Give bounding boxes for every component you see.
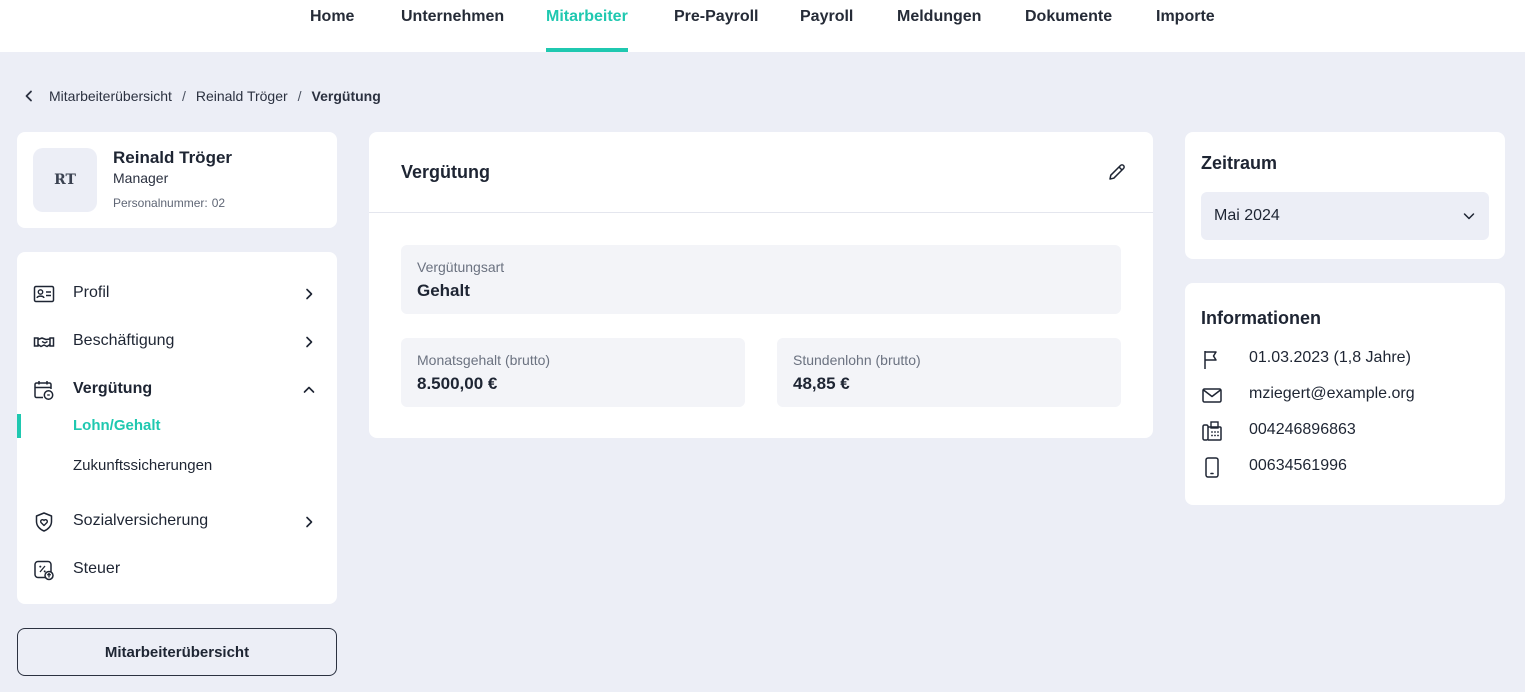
card-title: Vergütung	[401, 162, 490, 182]
info-row-text: 00634561996	[1249, 457, 1347, 474]
breadcrumb: Mitarbeiterübersicht / Reinald Tröger / …	[22, 86, 381, 106]
info-row-text: 004246896863	[1249, 421, 1356, 438]
personnel-number-label: Personalnummer:	[113, 196, 208, 210]
handshake-icon	[33, 331, 55, 353]
mobile-icon	[1201, 456, 1223, 478]
sidebar-item-label: Steuer	[73, 560, 121, 577]
sidebar-item-label: Beschäftigung	[73, 332, 175, 349]
nav-tab-unternehmen[interactable]: Unternehmen	[401, 0, 504, 52]
card-title: Zeitraum	[1201, 153, 1278, 173]
calendar-money-icon	[33, 379, 55, 401]
sidebar-subitem-label: Zukunftssicherungen	[73, 457, 213, 474]
chevron-right-icon	[301, 334, 317, 350]
nav-tab-payroll[interactable]: Payroll	[800, 0, 853, 52]
nav-tab-pre-payroll[interactable]: Pre-Payroll	[674, 0, 758, 52]
id-card-icon	[33, 283, 55, 305]
sidebar-subitem-lohn-gehalt[interactable]: Lohn/Gehalt	[17, 412, 337, 440]
chevron-down-icon	[1461, 208, 1477, 224]
phone-icon	[1201, 420, 1223, 442]
avatar: RT	[33, 148, 97, 212]
breadcrumb-link-employee[interactable]: Reinald Tröger	[196, 88, 288, 104]
employee-profile-card: RT Reinald Tröger Manager Personalnummer…	[17, 132, 337, 228]
breadcrumb-separator: /	[181, 88, 186, 104]
compensation-type-field: Vergütungsart Gehalt	[401, 245, 1121, 314]
chevron-right-icon	[301, 286, 317, 302]
chevron-up-icon	[301, 382, 317, 398]
sidebar-item-sozialversicherung[interactable]: Sozialversicherung	[17, 501, 337, 541]
breadcrumb-link-overview[interactable]: Mitarbeiterübersicht	[49, 88, 172, 104]
nav-tab-dokumente[interactable]: Dokumente	[1025, 0, 1112, 52]
sidebar-subitem-label: Lohn/Gehalt	[73, 417, 161, 434]
period-card: Zeitraum Mai 2024	[1185, 132, 1505, 259]
info-row-mobile: 00634561996	[1185, 454, 1505, 478]
sidebar-item-beschaeftigung[interactable]: Beschäftigung	[17, 321, 337, 361]
pencil-icon[interactable]	[1107, 162, 1127, 182]
hourly-wage-field: Stundenlohn (brutto) 48,85 €	[777, 338, 1121, 407]
employee-sidebar-menu: Profil Beschäftigung Vergütung Lohn/Geha…	[17, 252, 337, 604]
sidebar-item-steuer[interactable]: Steuer	[17, 549, 337, 589]
info-row-text: 01.03.2023 (1,8 Jahre)	[1249, 349, 1411, 366]
nav-tab-importe[interactable]: Importe	[1156, 0, 1215, 52]
breadcrumb-separator: /	[297, 88, 302, 104]
field-label: Monatsgehalt (brutto)	[417, 352, 551, 368]
info-row-entry-date: 01.03.2023 (1,8 Jahre)	[1185, 346, 1505, 370]
employee-overview-button[interactable]: Mitarbeiterübersicht	[17, 628, 337, 676]
nav-tab-home[interactable]: Home	[310, 0, 354, 52]
divider	[369, 212, 1153, 213]
period-select-value: Mai 2024	[1214, 207, 1280, 224]
sidebar-item-label: Vergütung	[73, 380, 153, 397]
employee-name: Reinald Tröger	[113, 148, 233, 167]
tax-percent-icon	[33, 559, 55, 581]
information-card: Informationen 01.03.2023 (1,8 Jahre) mzi…	[1185, 283, 1505, 505]
field-value: 48,85 €	[793, 374, 850, 393]
sidebar-item-label: Sozialversicherung	[73, 512, 209, 529]
nav-tab-meldungen[interactable]: Meldungen	[897, 0, 981, 52]
info-row-phone: 004246896863	[1185, 418, 1505, 442]
info-row-text[interactable]: mziegert@example.org	[1249, 385, 1415, 403]
sidebar-subitem-zukunftssicherungen[interactable]: Zukunftssicherungen	[17, 452, 337, 480]
sidebar-item-verguetung[interactable]: Vergütung	[17, 369, 337, 409]
info-row-email: mziegert@example.org	[1185, 382, 1505, 406]
field-label: Vergütungsart	[417, 259, 505, 275]
flag-icon	[1201, 348, 1223, 370]
shield-icon	[33, 511, 55, 533]
field-value: 8.500,00 €	[417, 374, 498, 393]
field-value: Gehalt	[417, 281, 470, 300]
nav-tab-mitarbeiter[interactable]: Mitarbeiter	[546, 0, 628, 52]
personnel-number: Personalnummer: 02	[113, 196, 225, 210]
chevron-left-icon[interactable]	[22, 89, 36, 103]
mail-icon	[1201, 384, 1223, 406]
top-navigation: Home Unternehmen Mitarbeiter Pre-Payroll…	[0, 0, 1525, 52]
breadcrumb-current: Vergütung	[311, 88, 381, 104]
sidebar-item-label: Profil	[73, 284, 110, 301]
personnel-number-value: 02	[211, 196, 226, 210]
compensation-card: Vergütung Vergütungsart Gehalt Monatsgeh…	[369, 132, 1153, 438]
sidebar-item-profil[interactable]: Profil	[17, 273, 337, 313]
period-select[interactable]: Mai 2024	[1201, 192, 1489, 240]
card-title: Informationen	[1201, 308, 1321, 328]
employee-role: Manager	[113, 170, 169, 186]
monthly-salary-field: Monatsgehalt (brutto) 8.500,00 €	[401, 338, 745, 407]
field-label: Stundenlohn (brutto)	[793, 352, 921, 368]
chevron-right-icon	[301, 514, 317, 530]
